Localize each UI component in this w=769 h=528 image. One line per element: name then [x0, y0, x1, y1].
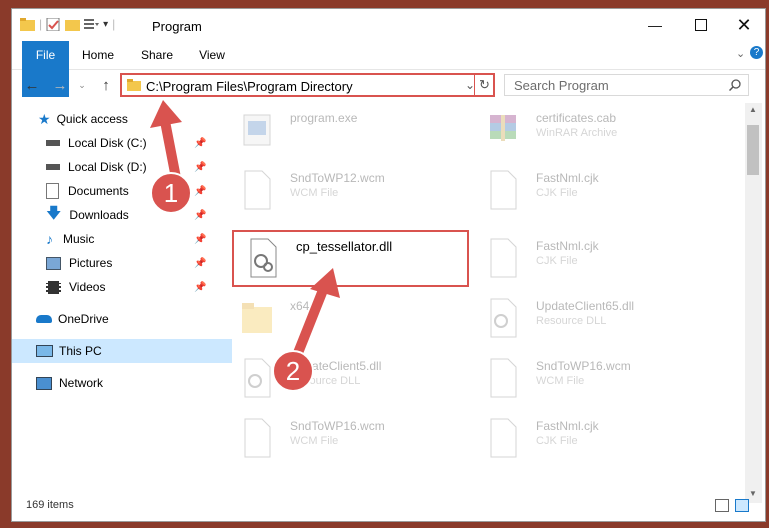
annotation-overlay	[150, 100, 340, 363]
arrow-1-shaft	[159, 111, 181, 183]
arrow-1-head	[150, 100, 182, 128]
step-badge-2: 2	[272, 350, 314, 392]
step-badge-1: 1	[150, 172, 192, 214]
arrow-2-shaft	[291, 280, 330, 363]
arrow-2-head	[310, 268, 340, 298]
